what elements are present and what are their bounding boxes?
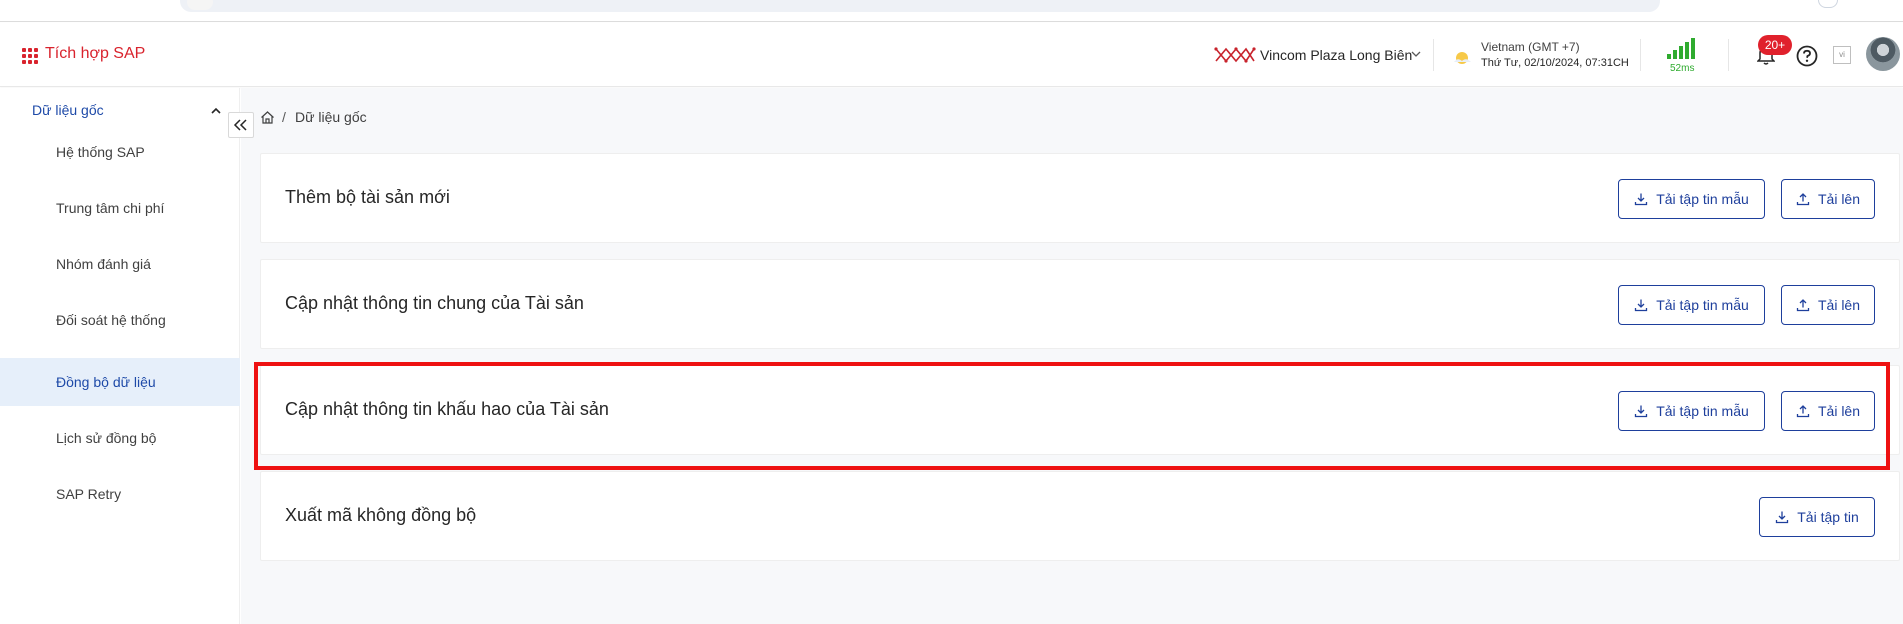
browser-profile-icon[interactable]	[1818, 0, 1838, 8]
app-header: Tích hợp SAP Vincom Plaza Long Biên Viet…	[0, 23, 1903, 87]
card-export-unsynced-codes: Xuất mã không đồng bộ Tải tập tin	[260, 471, 1900, 561]
button-label: Tải lên	[1817, 191, 1861, 207]
upload-button[interactable]: Tải lên	[1781, 179, 1875, 219]
vincom-logo	[1214, 47, 1256, 63]
signal-icon	[1667, 37, 1697, 59]
download-icon	[1635, 299, 1648, 312]
help-icon[interactable]	[1796, 45, 1818, 67]
app-title: Tích hợp SAP	[45, 45, 146, 62]
sidebar-item-system-reconciliation[interactable]: Đối soát hệ thống	[0, 296, 240, 344]
upload-button[interactable]: Tải lên	[1781, 391, 1875, 431]
browser-strip	[0, 0, 1903, 22]
sidebar-item-sap-retry[interactable]: SAP Retry	[0, 470, 240, 518]
card-title: Xuất mã không đồng bộ	[285, 505, 477, 525]
download-icon	[1635, 405, 1648, 418]
header-divider	[1640, 39, 1641, 71]
button-label: Tải tập tin mẫu	[1656, 297, 1749, 313]
breadcrumb-current: Dữ liệu gốc	[295, 109, 367, 125]
browser-address-bar[interactable]	[180, 0, 1660, 12]
button-label: Tải lên	[1817, 403, 1861, 419]
notification-badge: 20+	[1758, 35, 1792, 55]
download-template-button[interactable]: Tải tập tin mẫu	[1618, 285, 1765, 325]
button-label: Tải tập tin mẫu	[1656, 191, 1749, 207]
card-update-general-info: Cập nhật thông tin chung của Tài sản Tải…	[260, 259, 1900, 349]
sidebar-group-master-data[interactable]: Dữ liệu gốc	[32, 102, 104, 118]
chevron-up-icon[interactable]	[210, 106, 222, 116]
button-label: Tải lên	[1817, 297, 1861, 313]
sidebar-item-data-sync[interactable]: Đồng bộ dữ liệu	[0, 358, 240, 406]
download-icon	[1635, 193, 1648, 206]
card-title: Thêm bộ tài sản mới	[285, 187, 450, 207]
card-update-depreciation-info: Cập nhật thông tin khấu hao của Tài sản …	[260, 365, 1900, 455]
button-label: Tải tập tin mẫu	[1656, 403, 1749, 419]
sidebar: Dữ liệu gốc Hệ thống SAP Trung tâm chi p…	[0, 88, 240, 624]
header-divider	[1433, 39, 1434, 71]
download-template-button[interactable]: Tải tập tin mẫu	[1618, 179, 1765, 219]
card-title: Cập nhật thông tin khấu hao của Tài sản	[285, 399, 609, 419]
breadcrumb-separator: /	[282, 109, 286, 125]
sidebar-item-cost-center[interactable]: Trung tâm chi phí	[0, 184, 240, 232]
chevron-down-icon[interactable]	[1411, 49, 1421, 59]
current-datetime: Thứ Tư, 02/10/2024, 07:31CH	[1481, 57, 1629, 69]
timezone-label: Vietnam (GMT +7)	[1481, 40, 1580, 54]
latency-label: 52ms	[1670, 63, 1695, 74]
sidebar-item-sap-system[interactable]: Hệ thống SAP	[0, 128, 240, 176]
upload-icon	[1796, 299, 1810, 312]
upload-icon	[1796, 405, 1810, 418]
download-file-button[interactable]: Tải tập tin	[1759, 497, 1875, 537]
browser-address-icon	[187, 0, 213, 10]
header-divider	[1728, 39, 1729, 71]
card-title: Cập nhật thông tin chung của Tài sản	[285, 293, 584, 313]
card-new-asset-set: Thêm bộ tài sản mới Tải tập tin mẫu Tải …	[260, 153, 1900, 243]
avatar[interactable]	[1866, 37, 1900, 71]
download-icon	[1776, 511, 1789, 524]
weather-sun-icon	[1454, 52, 1471, 64]
double-chevron-left-icon	[233, 119, 247, 131]
language-icon[interactable]: vi	[1833, 46, 1851, 64]
upload-button[interactable]: Tải lên	[1781, 285, 1875, 325]
upload-icon	[1796, 193, 1810, 206]
app-grid-icon[interactable]	[22, 48, 38, 64]
download-template-button[interactable]: Tải tập tin mẫu	[1618, 391, 1765, 431]
home-icon[interactable]	[260, 110, 275, 125]
location-selector[interactable]: Vincom Plaza Long Biên	[1260, 47, 1412, 63]
sidebar-item-sync-history[interactable]: Lịch sử đồng bộ	[0, 414, 240, 462]
collapse-sidebar-button[interactable]	[228, 112, 254, 138]
sidebar-item-valuation-group[interactable]: Nhóm đánh giá	[0, 240, 240, 288]
button-label: Tải tập tin	[1797, 509, 1859, 525]
